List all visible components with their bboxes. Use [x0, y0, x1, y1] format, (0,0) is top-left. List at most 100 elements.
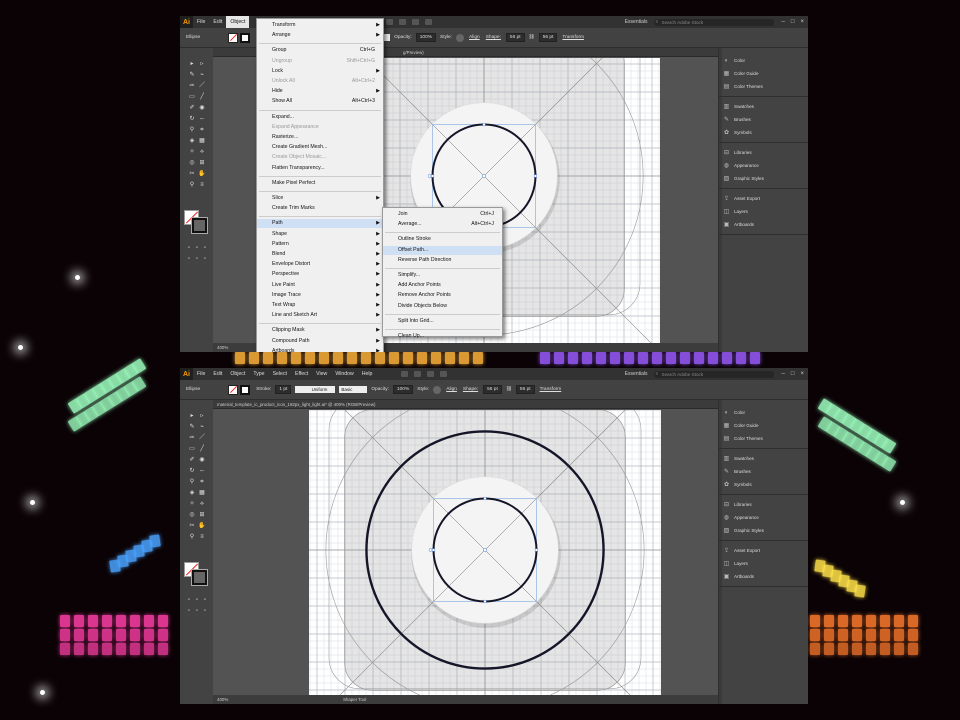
- anchor-point-handle[interactable]: [430, 174, 435, 178]
- menu-effect[interactable]: Effect: [291, 368, 312, 380]
- menu-item-artboards[interactable]: Artboards ▶: [257, 347, 383, 352]
- anchor-point-handle[interactable]: [482, 122, 486, 127]
- anchor-point-handle[interactable]: [533, 174, 538, 178]
- menu-item-offset-path[interactable]: Offset Path...: [383, 245, 502, 255]
- menu-item-path[interactable]: Path ▶: [257, 219, 383, 229]
- arrange-documents-icon[interactable]: [427, 371, 435, 377]
- menu-item-expand[interactable]: Expand...: [257, 113, 383, 122]
- menu-item-envelope-distort[interactable]: Envelope Distort ▶: [257, 260, 383, 269]
- close-icon[interactable]: ×: [800, 371, 804, 377]
- menu-item-reverse-path-direction[interactable]: Reverse Path Direction: [383, 256, 502, 265]
- panel-appearance[interactable]: ◍ Appearance: [723, 513, 759, 522]
- panel-artboards[interactable]: ▣ Artboards: [723, 572, 754, 581]
- menu-item-rasterize[interactable]: Rasterize...: [257, 133, 383, 142]
- gpu-performance-icon[interactable]: [425, 19, 433, 25]
- stroke-weight-field[interactable]: 1 pt: [275, 385, 292, 394]
- canvas[interactable]: [213, 410, 718, 695]
- width-tool-icon[interactable]: ◈: [188, 489, 196, 497]
- stock-icon[interactable]: [414, 371, 422, 377]
- menu-item-text-wrap[interactable]: Text Wrap ▶: [257, 301, 383, 310]
- menu-item-pattern[interactable]: Pattern ▶: [257, 240, 383, 249]
- menu-item-average[interactable]: Average... Alt+Ctrl+J: [383, 220, 502, 229]
- align-link[interactable]: Align: [469, 35, 480, 40]
- shape-builder-tool-icon[interactable]: ✧: [188, 148, 196, 156]
- width-field[interactable]: 56 pt: [483, 385, 502, 394]
- screen-mode-icon[interactable]: ▫: [193, 255, 201, 263]
- anchor-point-handle[interactable]: [482, 174, 486, 178]
- magic-wand-tool-icon[interactable]: ✎: [188, 71, 196, 79]
- eyedropper-tool-icon[interactable]: ✂: [188, 522, 196, 530]
- menu-help[interactable]: Help: [358, 368, 377, 380]
- style-swatch[interactable]: [456, 33, 465, 42]
- stock-icon[interactable]: [399, 19, 407, 25]
- scale-tool-icon[interactable]: ⌗: [198, 478, 206, 486]
- menu-edit[interactable]: Edit: [209, 16, 226, 28]
- arrange-documents-icon[interactable]: [412, 19, 420, 25]
- panel-color-themes[interactable]: ▤ Color Themes: [723, 82, 763, 91]
- bridge-icon[interactable]: [401, 371, 409, 377]
- transform-link[interactable]: Transform: [540, 387, 562, 392]
- panel-color-guide[interactable]: ▦ Color Guide: [723, 421, 759, 430]
- menu-edit[interactable]: Edit: [209, 368, 226, 380]
- paintbrush-tool-icon[interactable]: ◉: [198, 456, 206, 464]
- variable-width-profile-select[interactable]: Uniform: [295, 386, 336, 393]
- direct-selection-tool-icon[interactable]: ▹: [198, 60, 206, 68]
- free-transform-tool-icon[interactable]: ▦: [198, 137, 206, 145]
- eraser-tool-icon[interactable]: ⇔: [198, 115, 206, 123]
- width-field[interactable]: 56 pt: [505, 33, 525, 42]
- shaper-tool-icon[interactable]: ↻: [188, 115, 196, 123]
- menu-item-show-all[interactable]: Show All Alt+Ctrl+3: [257, 97, 383, 106]
- screen-mode-icon[interactable]: ▫: [201, 244, 209, 252]
- stock-search-input[interactable]: Search Adobe Stock: [653, 18, 774, 26]
- menu-item-add-anchor-points[interactable]: Add Anchor Points: [383, 281, 502, 290]
- width-tool-icon[interactable]: ◈: [188, 137, 196, 145]
- menu-item-transform[interactable]: Transform ▶: [257, 21, 383, 30]
- panel-libraries[interactable]: ⊟ Libraries: [723, 500, 752, 509]
- panel-symbols[interactable]: ✿ Symbols: [723, 128, 752, 137]
- live-corner-widget[interactable]: [427, 174, 432, 178]
- anchor-point-handle[interactable]: [483, 548, 487, 552]
- perspective-tool-icon[interactable]: ⟡: [198, 500, 206, 508]
- panel-graphic-styles[interactable]: ▧ Graphic Styles: [723, 526, 764, 535]
- screen-mode-icon[interactable]: ▫: [201, 596, 209, 604]
- zoom-level[interactable]: 400%: [217, 697, 228, 702]
- stock-search-input[interactable]: Search Adobe Stock: [653, 370, 774, 378]
- free-transform-tool-icon[interactable]: ▦: [198, 489, 206, 497]
- maximize-icon[interactable]: □: [791, 371, 795, 377]
- screen-mode-icon[interactable]: ▫: [185, 607, 193, 615]
- selection-tool-icon[interactable]: ▸: [188, 412, 196, 420]
- panel-libraries[interactable]: ⊟ Libraries: [723, 148, 752, 157]
- maximize-icon[interactable]: □: [791, 19, 795, 25]
- column-graph-tool-icon[interactable]: ≡: [198, 533, 206, 541]
- menu-item-line-and-sketch-art[interactable]: Line and Sketch Art ▶: [257, 311, 383, 320]
- menu-item-arrange[interactable]: Arrange ▶: [257, 31, 383, 40]
- pen-tool-icon[interactable]: ✑: [188, 434, 196, 442]
- menu-item-image-trace[interactable]: Image Trace ▶: [257, 291, 383, 300]
- workspace-switcher[interactable]: Essentials: [625, 371, 648, 377]
- menu-item-create-trim-marks[interactable]: Create Trim Marks: [257, 204, 383, 213]
- screen-mode-icon[interactable]: ▫: [201, 255, 209, 263]
- screen-mode-icon[interactable]: ▫: [193, 244, 201, 252]
- screen-mode-icon[interactable]: ▫: [193, 596, 201, 604]
- rotate-tool-icon[interactable]: ⚲: [188, 126, 196, 134]
- fill-swatch[interactable]: [228, 384, 239, 395]
- menu-item-compound-path[interactable]: Compound Path ▶: [257, 337, 383, 346]
- menu-item-clipping-mask[interactable]: Clipping Mask ▶: [257, 326, 383, 335]
- menu-item-live-paint[interactable]: Live Paint ▶: [257, 281, 383, 290]
- panel-layers[interactable]: ◫ Layers: [723, 207, 748, 216]
- menu-item-lock[interactable]: Lock ▶: [257, 67, 383, 76]
- anchor-point-handle[interactable]: [431, 548, 436, 552]
- eyedropper-tool-icon[interactable]: ✂: [188, 170, 196, 178]
- minimize-icon[interactable]: –: [782, 19, 785, 25]
- panel-swatches[interactable]: ▥ Swatches: [723, 102, 754, 111]
- menu-item-hide[interactable]: Hide ▶: [257, 87, 383, 96]
- panel-color-themes[interactable]: ▤ Color Themes: [723, 434, 763, 443]
- panel-layers[interactable]: ◫ Layers: [723, 559, 748, 568]
- column-graph-tool-icon[interactable]: ≡: [198, 181, 206, 189]
- rectangle-tool-icon[interactable]: ✐: [188, 456, 196, 464]
- height-field[interactable]: 56 pt: [515, 385, 535, 394]
- panel-symbols[interactable]: ✿ Symbols: [723, 480, 752, 489]
- menu-item-flatten-transparency[interactable]: Flatten Transparency...: [257, 164, 383, 173]
- transform-link[interactable]: Transform: [562, 35, 584, 40]
- panel-color[interactable]: ◐ Color: [723, 408, 745, 417]
